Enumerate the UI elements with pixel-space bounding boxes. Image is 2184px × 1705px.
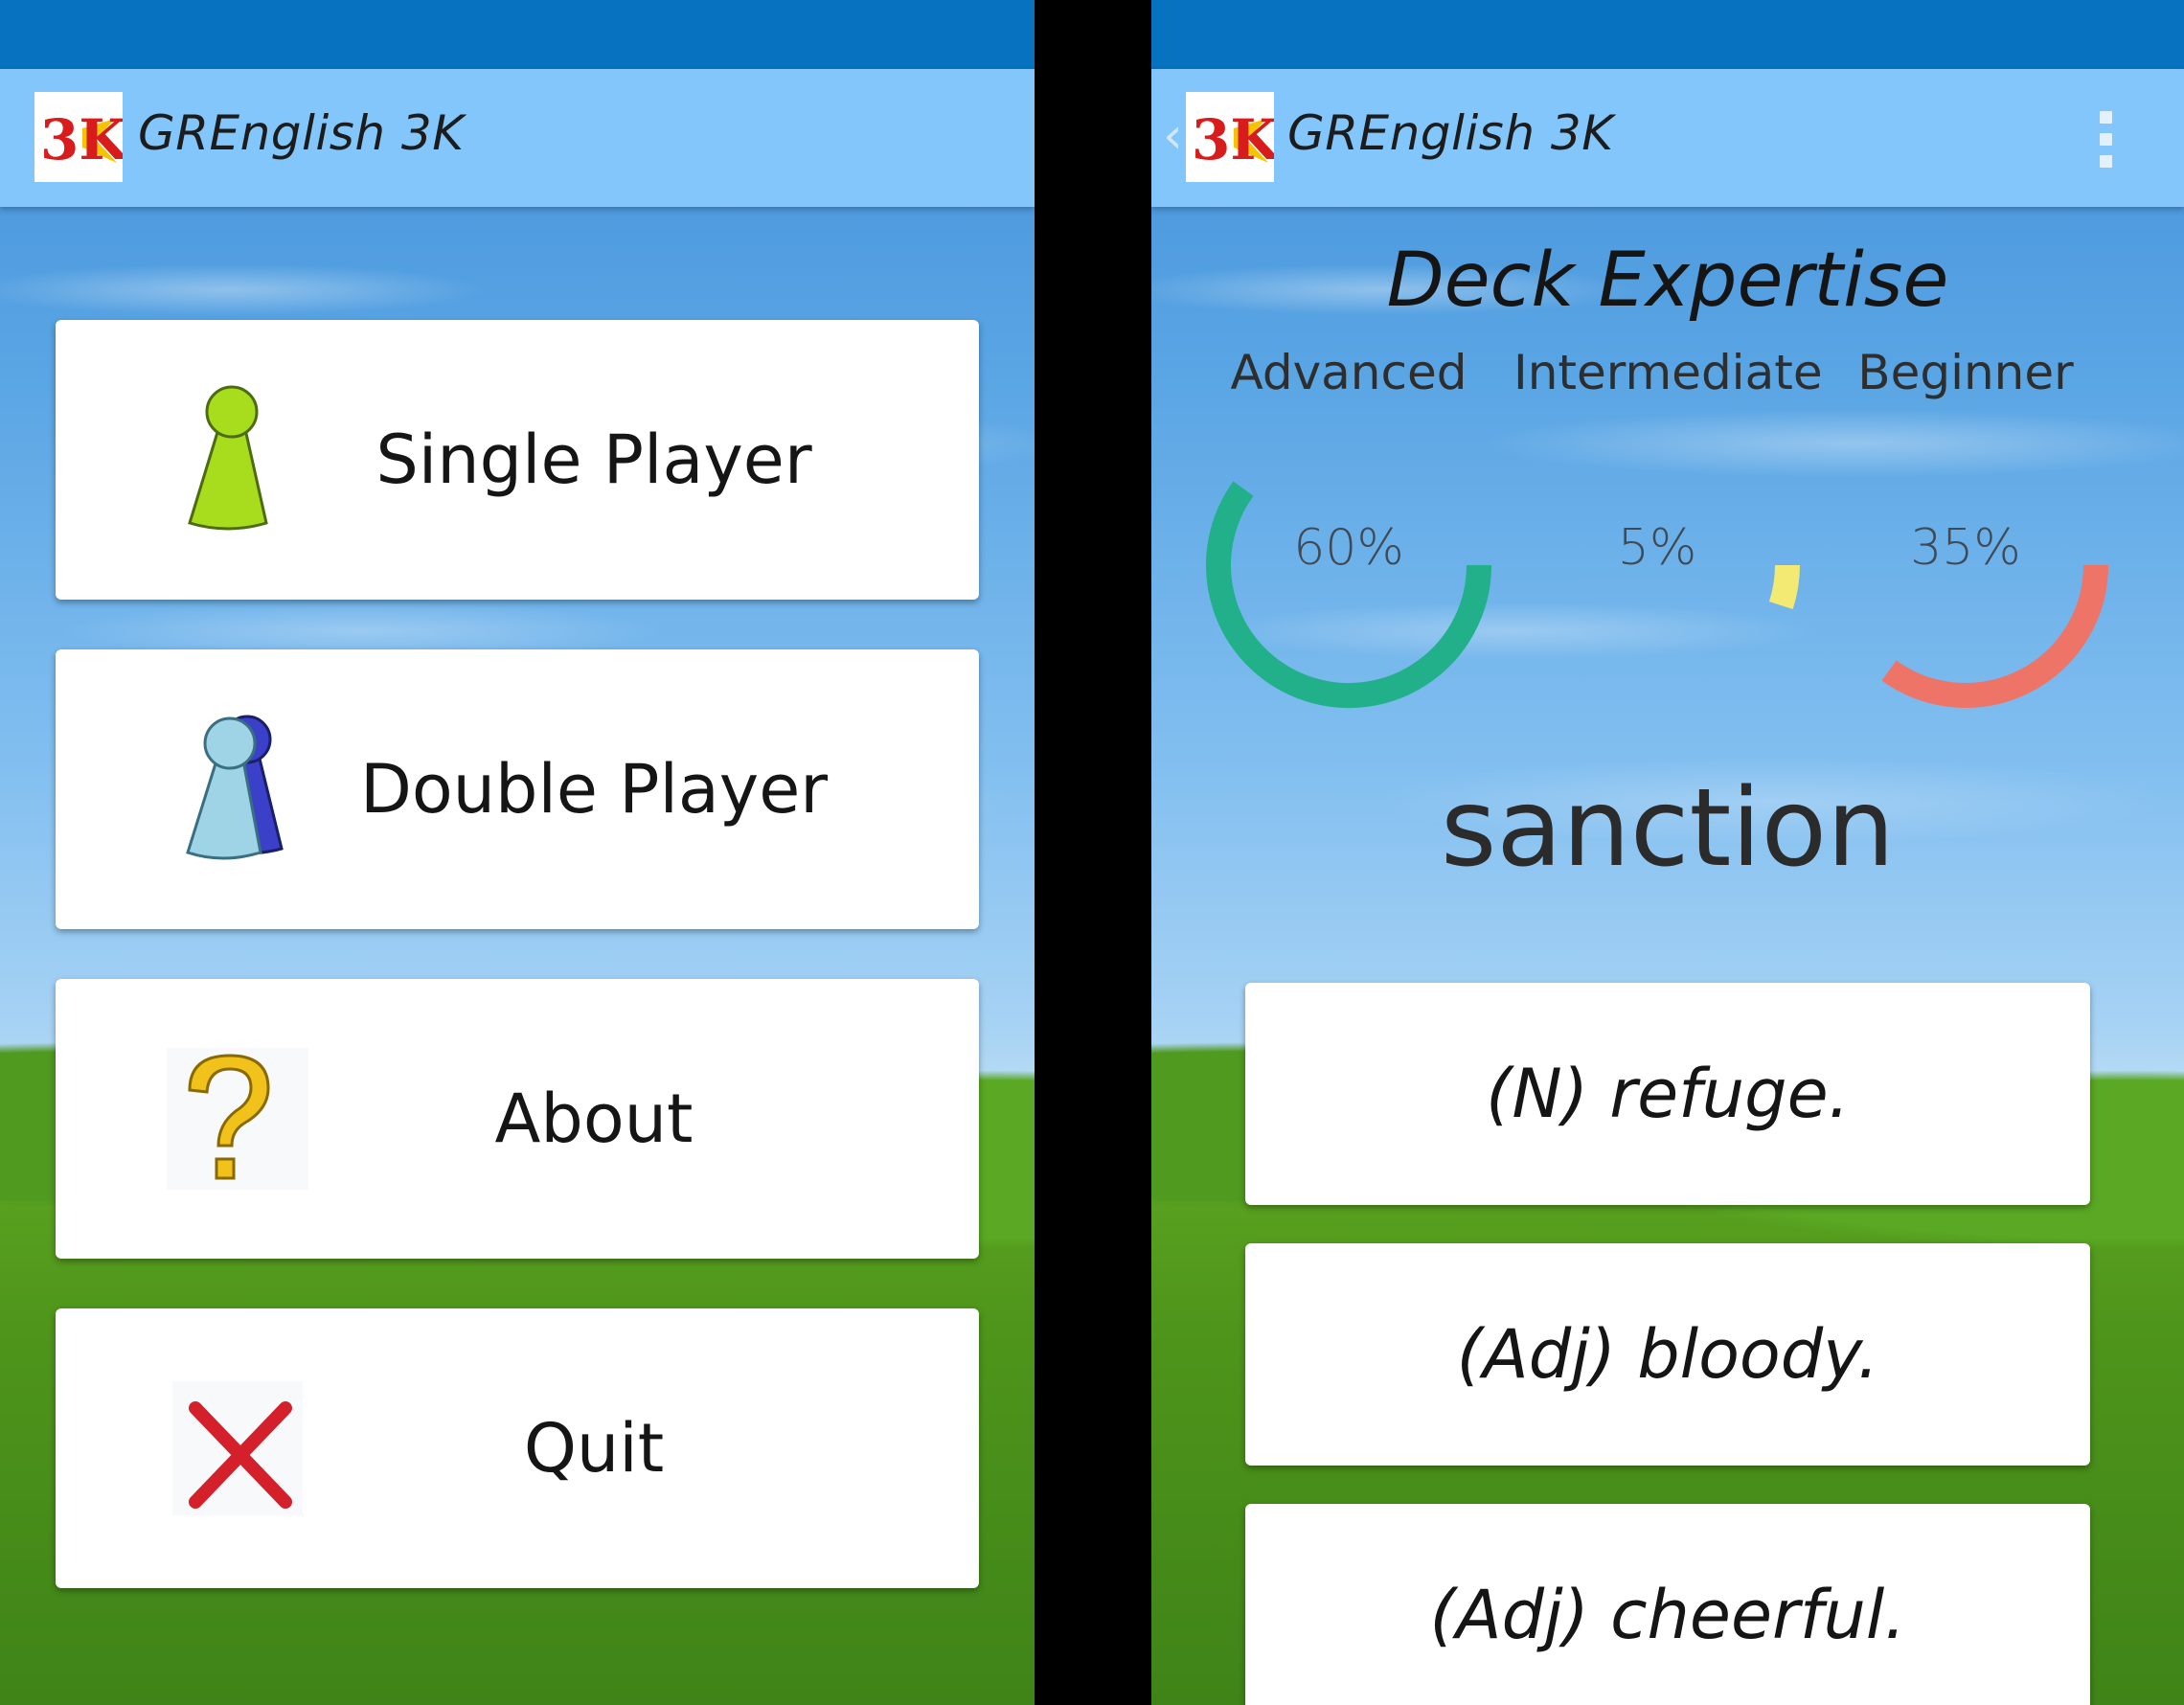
- back-chevron-icon[interactable]: ‹: [1163, 107, 1183, 165]
- quit-button[interactable]: Quit: [56, 1308, 979, 1588]
- level-label-intermediate: Intermediate: [1513, 345, 1823, 400]
- answer-text-3: (Adj) cheerful.: [1429, 1576, 1906, 1654]
- answer-text-2: (Adj) bloody.: [1456, 1315, 1879, 1394]
- quiz-screen: ‹ 3K GREnglish 3K Deck Expertise Advance…: [1151, 0, 2184, 1705]
- double-player-label: Double Player: [359, 750, 829, 829]
- quit-label: Quit: [523, 1409, 665, 1488]
- logo-text: 3K: [40, 107, 123, 172]
- gauge-percent-advanced: 60%: [1293, 519, 1404, 577]
- level-label-beginner: Beginner: [1857, 345, 2074, 400]
- gauge-percent-intermediate: 5%: [1617, 519, 1697, 577]
- status-bar: [0, 0, 1035, 69]
- logo-text: 3K: [1192, 107, 1274, 172]
- main-menu-screen: 3K GREnglish 3K Single Player Double Pla…: [0, 0, 1035, 1705]
- gauge-intermediate: 5%: [1513, 450, 1820, 709]
- app-title: GREnglish 3K: [138, 105, 465, 161]
- gauge-arc-beginner: [1881, 564, 2108, 708]
- about-button[interactable]: About: [56, 979, 979, 1259]
- single-player-button[interactable]: Single Player: [56, 320, 979, 600]
- overflow-menu-icon[interactable]: [2100, 111, 2115, 169]
- quiz-word: sanction: [1440, 766, 1896, 891]
- app-logo: 3K: [34, 92, 123, 182]
- app-title: GREnglish 3K: [1287, 105, 1614, 161]
- double-player-button[interactable]: Double Player: [56, 649, 979, 929]
- gauge-percent-beginner: 35%: [1910, 519, 2021, 577]
- about-label: About: [494, 1080, 694, 1158]
- answer-option-3[interactable]: (Adj) cheerful.: [1245, 1504, 2090, 1705]
- gauge-advanced: 60%: [1205, 450, 1512, 709]
- app-logo[interactable]: 3K: [1186, 92, 1274, 182]
- gauge-arc-intermediate: [1768, 564, 1800, 610]
- gauge-beginner: 35%: [1822, 450, 2128, 709]
- app-bar: 3K GREnglish 3K: [0, 69, 1035, 207]
- answer-option-2[interactable]: (Adj) bloody.: [1245, 1243, 2090, 1466]
- answer-option-1[interactable]: (N) refuge.: [1245, 983, 2090, 1205]
- single-player-label: Single Player: [375, 421, 812, 499]
- status-bar: [1151, 0, 2184, 69]
- deck-expertise-title: Deck Expertise: [1386, 238, 1949, 324]
- answer-text-1: (N) refuge.: [1486, 1055, 1850, 1133]
- level-label-advanced: Advanced: [1230, 345, 1467, 400]
- app-bar: ‹ 3K GREnglish 3K: [1151, 69, 2184, 207]
